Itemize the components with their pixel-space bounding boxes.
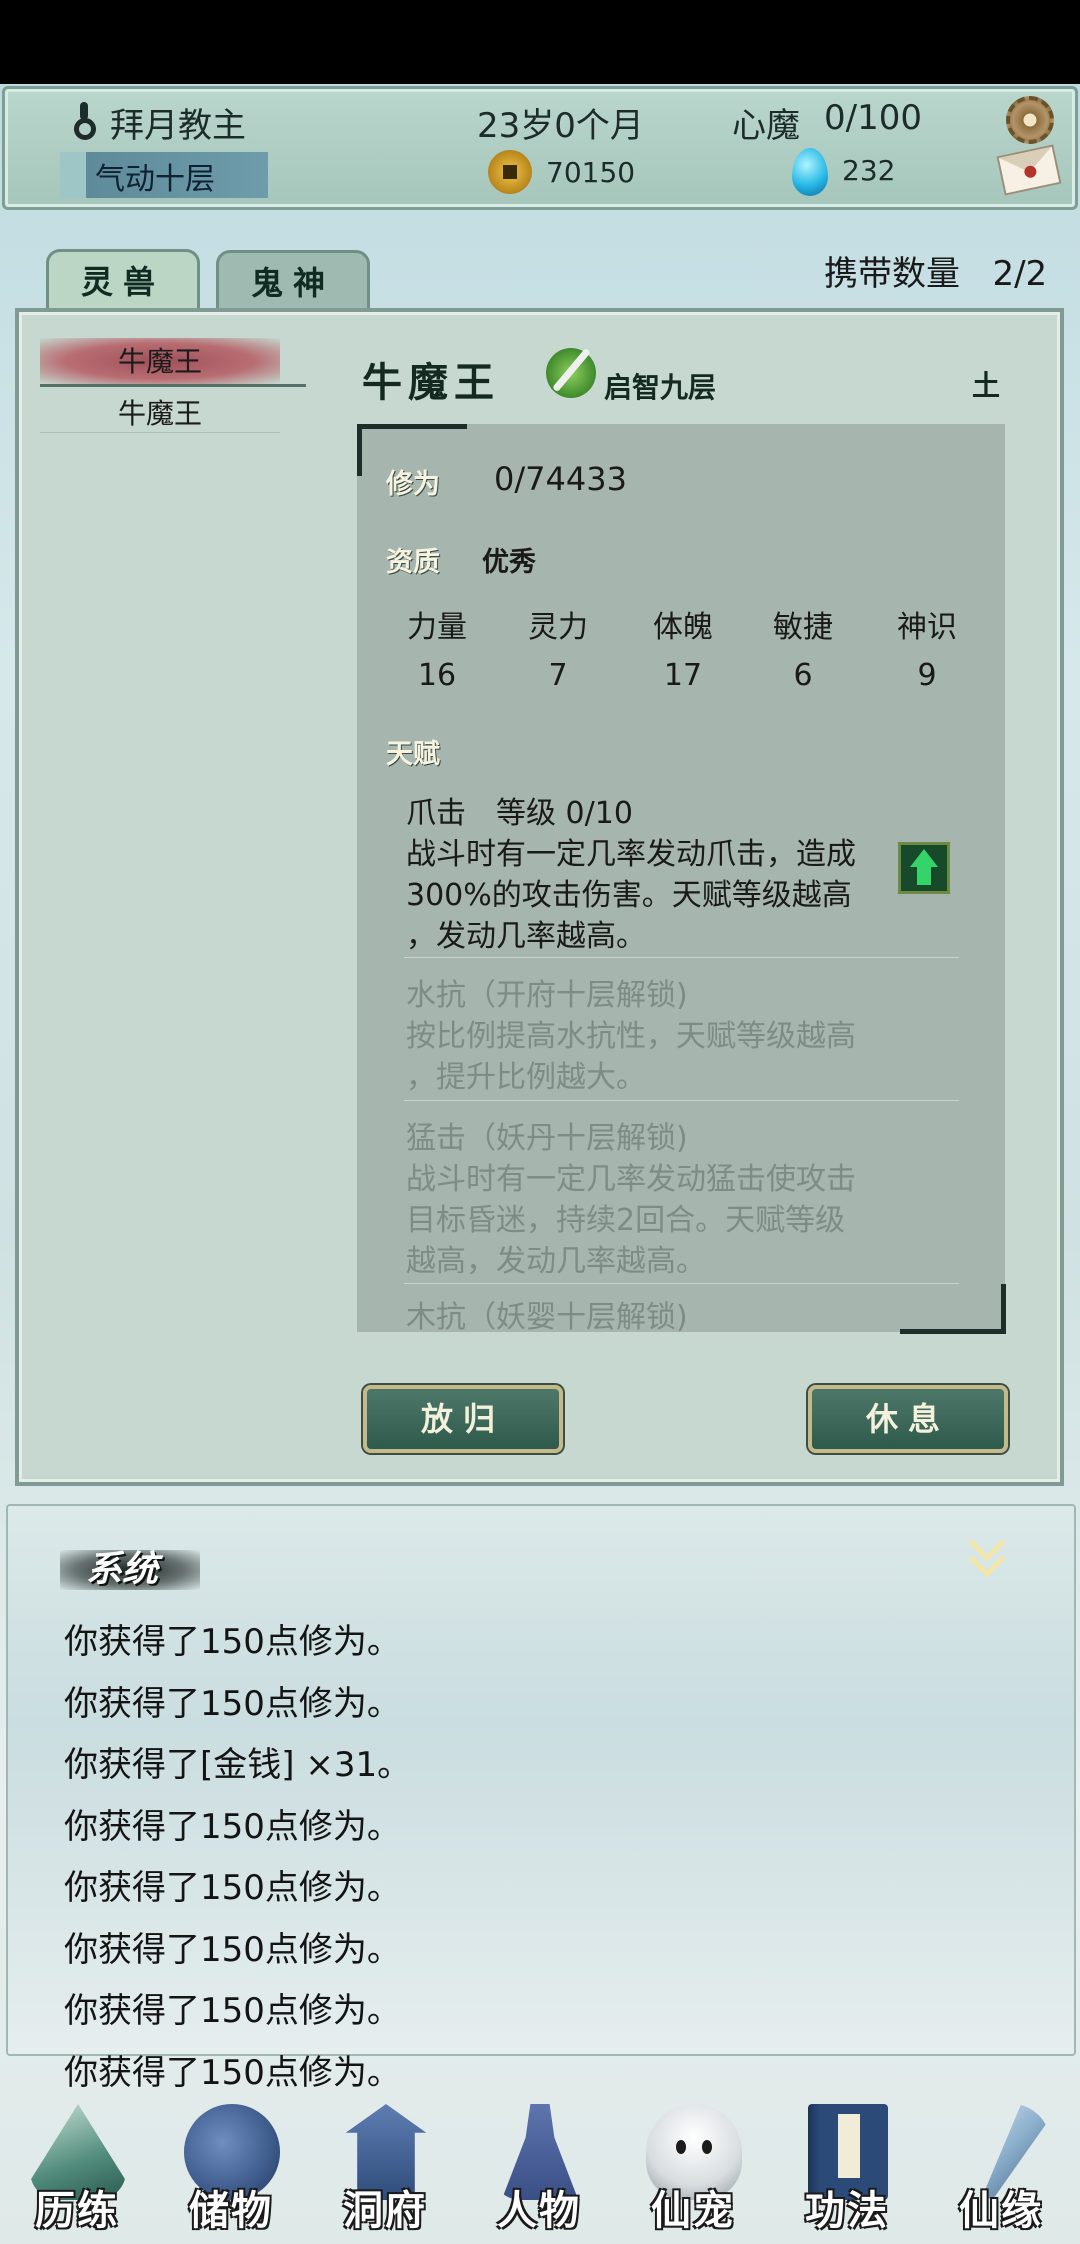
- coin-icon: [488, 150, 532, 194]
- nav-label: 储物: [189, 2187, 273, 2234]
- settings-gear-icon[interactable]: [1006, 96, 1054, 144]
- nav-label: 人物: [497, 2187, 581, 2234]
- heart-demon-value: 0/100: [824, 98, 922, 138]
- talent-desc-line: 越高，发动几率越高。: [406, 1244, 706, 1279]
- player-age: 23岁0个月: [477, 106, 644, 146]
- talent-desc: 按比例提高水抗性，天赋等级越高 ，提升比例越大。: [406, 1016, 876, 1098]
- stat-value: 16: [417, 658, 457, 693]
- talent-title: 爪击 等级 0/10: [406, 796, 633, 831]
- stat-value: 9: [917, 658, 937, 693]
- rest-button[interactable]: 休息: [808, 1385, 1008, 1453]
- status-bar: [0, 0, 1080, 84]
- nav-label: 仙缘: [959, 2187, 1043, 2234]
- log-line: 你获得了150点修为。: [64, 1622, 401, 1662]
- nav-item-techniques[interactable]: 功法: [772, 2100, 922, 2244]
- pet-name: 牛魔王: [362, 359, 500, 406]
- log-line: 你获得了[金钱] ×31。: [64, 1745, 412, 1785]
- nav-label: 历练: [35, 2187, 119, 2234]
- talent-desc-line: 按比例提高水抗性，天赋等级越高: [406, 1019, 856, 1054]
- coin-count: 70150: [546, 156, 636, 189]
- log-title: 系统: [86, 1548, 159, 1590]
- talent-desc-line: 目标昏迷，持续2回合。天赋等级: [406, 1203, 846, 1238]
- talent-title: 木抗（妖婴十层解锁): [406, 1300, 688, 1335]
- spirit-stone-count: 232: [842, 154, 896, 187]
- carry-value: 2/2: [992, 254, 1048, 294]
- nav-label: 仙宠: [651, 2187, 735, 2234]
- nav-item-cave[interactable]: 洞府: [310, 2100, 460, 2244]
- log-line: 你获得了150点修为。: [64, 1807, 401, 1847]
- talent-desc-line: 300%的攻击伤害。天赋等级越高: [406, 878, 852, 913]
- stat-name: 体魄: [653, 610, 713, 645]
- talent-desc: 战斗时有一定几率发动猛击使攻击 目标昏迷，持续2回合。天赋等级 越高，发动几率越…: [406, 1159, 876, 1282]
- pet-list-divider: [40, 432, 280, 433]
- player-title: 拜月教主: [110, 106, 246, 146]
- realm-text: 气动十层: [95, 162, 215, 197]
- carry-count: 携带数量 2/2: [824, 246, 1047, 295]
- tab-spirit-beast[interactable]: 灵兽: [46, 249, 200, 311]
- stat-name: 灵力: [528, 610, 588, 645]
- stat-name: 力量: [407, 610, 467, 645]
- talent-title: 水抗（开府十层解锁): [406, 978, 688, 1013]
- log-line: 你获得了150点修为。: [64, 1684, 401, 1724]
- nav-item-character[interactable]: 人物: [464, 2100, 614, 2244]
- talent-upgrade-arrow-icon[interactable]: [898, 842, 950, 894]
- pet-list-divider: [40, 384, 306, 387]
- log-line: 你获得了150点修为。: [64, 1991, 401, 2031]
- carry-label: 携带数量: [824, 254, 960, 294]
- talent-desc-line: ，发动几率越高。: [406, 919, 646, 954]
- pet-element: 土: [972, 369, 1001, 402]
- stat-value: 17: [663, 658, 703, 693]
- talent-desc-line: 战斗时有一定几率发动爪击，造成: [406, 837, 856, 872]
- talent-divider: [404, 1283, 959, 1284]
- aptitude-label: 资质: [386, 547, 440, 578]
- key-icon: [74, 102, 96, 142]
- log-line: 你获得了150点修为。: [64, 1930, 401, 1970]
- talent-desc: 战斗时有一定几率发动爪击，造成 300%的攻击伤害。天赋等级越高 ，发动几率越高…: [406, 834, 876, 957]
- rename-brush-icon[interactable]: [546, 348, 596, 398]
- cultivation-label: 修为: [386, 469, 440, 500]
- nav-item-fate[interactable]: 仙缘: [926, 2100, 1076, 2244]
- stat-name: 神识: [897, 610, 957, 645]
- release-button[interactable]: 放归: [363, 1385, 563, 1453]
- talent-desc-line: ，提升比例越大。: [406, 1060, 646, 1095]
- heart-demon-label: 心魔: [732, 106, 800, 146]
- collapse-chevron-icon[interactable]: [968, 1524, 1010, 1578]
- nav-label: 功法: [805, 2187, 889, 2234]
- aptitude-value: 优秀: [482, 547, 536, 578]
- nav-label: 洞府: [343, 2187, 427, 2234]
- pet-stage: 启智九层: [604, 371, 717, 404]
- talent-desc-line: 战斗时有一定几率发动猛击使攻击: [406, 1162, 856, 1197]
- talent-divider: [404, 1100, 959, 1101]
- talent-label: 天赋: [386, 739, 440, 770]
- corner-decoration: [900, 1284, 1006, 1334]
- log-line: 你获得了150点修为。: [64, 2053, 401, 2093]
- stat-name: 敏捷: [773, 610, 833, 645]
- stat-value: 7: [548, 658, 568, 693]
- pet-list-item-label[interactable]: 牛魔王: [40, 340, 280, 380]
- cultivation-value: 0/74433: [494, 460, 627, 498]
- pet-list-item[interactable]: 牛魔王: [40, 392, 280, 432]
- log-line: 你获得了150点修为。: [64, 1868, 401, 1908]
- nav-item-training[interactable]: 历练: [2, 2100, 152, 2244]
- nav-item-spirit-pet[interactable]: 仙宠: [618, 2100, 768, 2244]
- talent-title: 猛击（妖丹十层解锁): [406, 1121, 688, 1156]
- stat-value: 6: [793, 658, 813, 693]
- talent-divider: [404, 957, 959, 958]
- nav-item-storage[interactable]: 储物: [156, 2100, 306, 2244]
- tab-ghost-god[interactable]: 鬼神: [216, 250, 370, 312]
